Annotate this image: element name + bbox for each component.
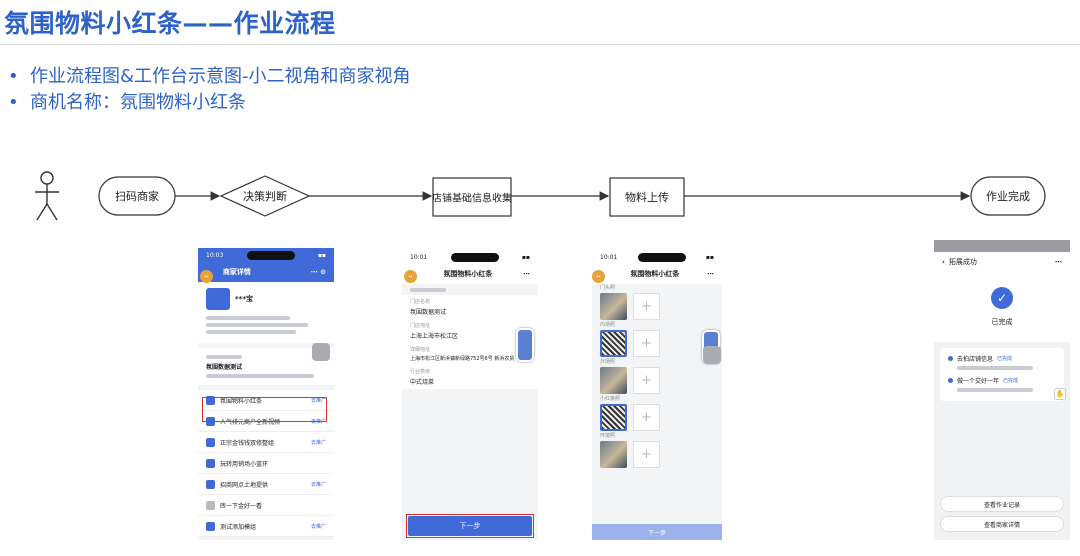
photo-thumbnail[interactable] [600,403,627,431]
phone-info-collection: 10:01 ▪▪ ‹ 氛围物料小红条 ⋯ 门店名称氛围数据测试 门店地址上海上海… [402,250,538,540]
step-item: 做一个交好一年 已完成 [948,376,1056,385]
screen-title: 氛围物料小红条 [443,270,493,278]
task-item[interactable]: 砖一下金好一看 [198,495,334,516]
step-dot-icon [948,378,953,383]
phone-completion: ‹ 拓展成功 ⋯ ✓ 已完成 去拍店铺信息 已完成 做一个交好一年 已完成 ✋ … [934,240,1070,540]
floating-badge[interactable]: ↔ [200,270,213,283]
add-photo-icon[interactable]: + [633,329,660,357]
flow-node-label: 店铺基础信息收集 [432,193,512,205]
dynamic-island [637,252,686,262]
add-photo-icon[interactable]: + [633,366,660,394]
floating-badge[interactable]: ↔ [592,270,605,283]
success-check-icon: ✓ [991,287,1013,309]
screen-title: 氛围物料小红条 [630,270,680,278]
step-item: 去拍店铺信息 已完成 [948,354,1056,363]
view-work-record-button[interactable]: 查看作业记录 [940,496,1064,512]
floating-toggle-icon[interactable] [312,343,330,361]
hand-icon[interactable]: ✋ [1054,388,1066,400]
done-label: 已完成 [991,318,1013,326]
flow-node-label: 决策判断 [243,190,287,203]
flow-diagram [35,171,1046,221]
actor-icon [35,171,59,221]
floating-badge[interactable]: ↔ [404,270,417,283]
status-time: 10:01 [410,253,428,261]
step-dot-icon [948,356,953,361]
more-icon[interactable]: ⋯ [1055,258,1062,266]
screen-title: 拓展成功 [948,258,977,266]
highlight-box [406,514,534,538]
dynamic-island [450,252,499,262]
task-icon [206,458,215,468]
form-field[interactable]: 行业类目 中式烧菜 [402,365,538,389]
store-test-name: 氛围数据测试 [206,364,243,371]
photo-thumbnail[interactable] [600,292,627,320]
view-merchant-detail-button[interactable]: 查看商家详情 [940,516,1064,532]
status-icons: ▪▪ [705,253,714,261]
floating-toggle-icon[interactable] [703,346,721,364]
more-icon[interactable]: ⋯ ⊙ [311,268,326,276]
floating-side-button[interactable] [516,328,534,362]
photo-thumbnail[interactable] [600,440,627,468]
next-button[interactable]: 下一步 [592,524,722,540]
task-item[interactable]: 玩转用销场小蓝环 [198,453,334,474]
status-bar [934,240,1070,252]
status-time: 10:03 [206,251,224,259]
more-icon[interactable]: ⋯ [523,270,530,278]
task-icon [206,479,215,489]
dynamic-island [246,250,295,260]
photo-thumbnail[interactable] [600,366,627,394]
task-icon [206,500,215,510]
task-icon [206,521,215,531]
flow-node-label: 物料上传 [625,191,669,204]
phone-material-upload: 10:01 ▪▪ ‹ 氛围物料小红条 ⋯ 门头照 + 内场照 + 外场照 + 小… [592,250,722,540]
add-photo-icon[interactable]: + [633,403,660,431]
flow-node-label: 扫码商家 [115,190,159,203]
status-icons: ▪▪ [521,253,530,261]
form-field[interactable]: 门店名称 氛围数据测试 [402,295,538,319]
flow-node-label: 作业完成 [986,190,1030,203]
store-name: ***宝 [235,295,253,303]
add-photo-icon[interactable]: + [633,292,660,320]
task-item[interactable]: 测试添加模组 去推广 [198,516,334,537]
back-icon[interactable]: ‹ [942,258,945,266]
task-item[interactable]: 招商网点土地提供 去推广 [198,474,334,495]
highlight-box [202,397,327,422]
status-time: 10:01 [600,253,618,261]
task-item[interactable]: 正宗金钱钱双修整组 去推广 [198,432,334,453]
screen-title: 商家详情 [222,268,251,276]
more-icon[interactable]: ⋯ [707,270,714,278]
store-avatar [206,288,230,310]
photo-thumbnail[interactable] [600,329,627,357]
status-icons: ▪▪ [317,251,326,259]
add-photo-icon[interactable]: + [633,440,660,468]
phone-merchant-detail: 10:03 ▪▪ ‹ 商家详情 ⋯ ⊙ ***宝 氛围数据测试 氛围物料小红条去… [198,248,334,540]
task-icon [206,437,215,447]
